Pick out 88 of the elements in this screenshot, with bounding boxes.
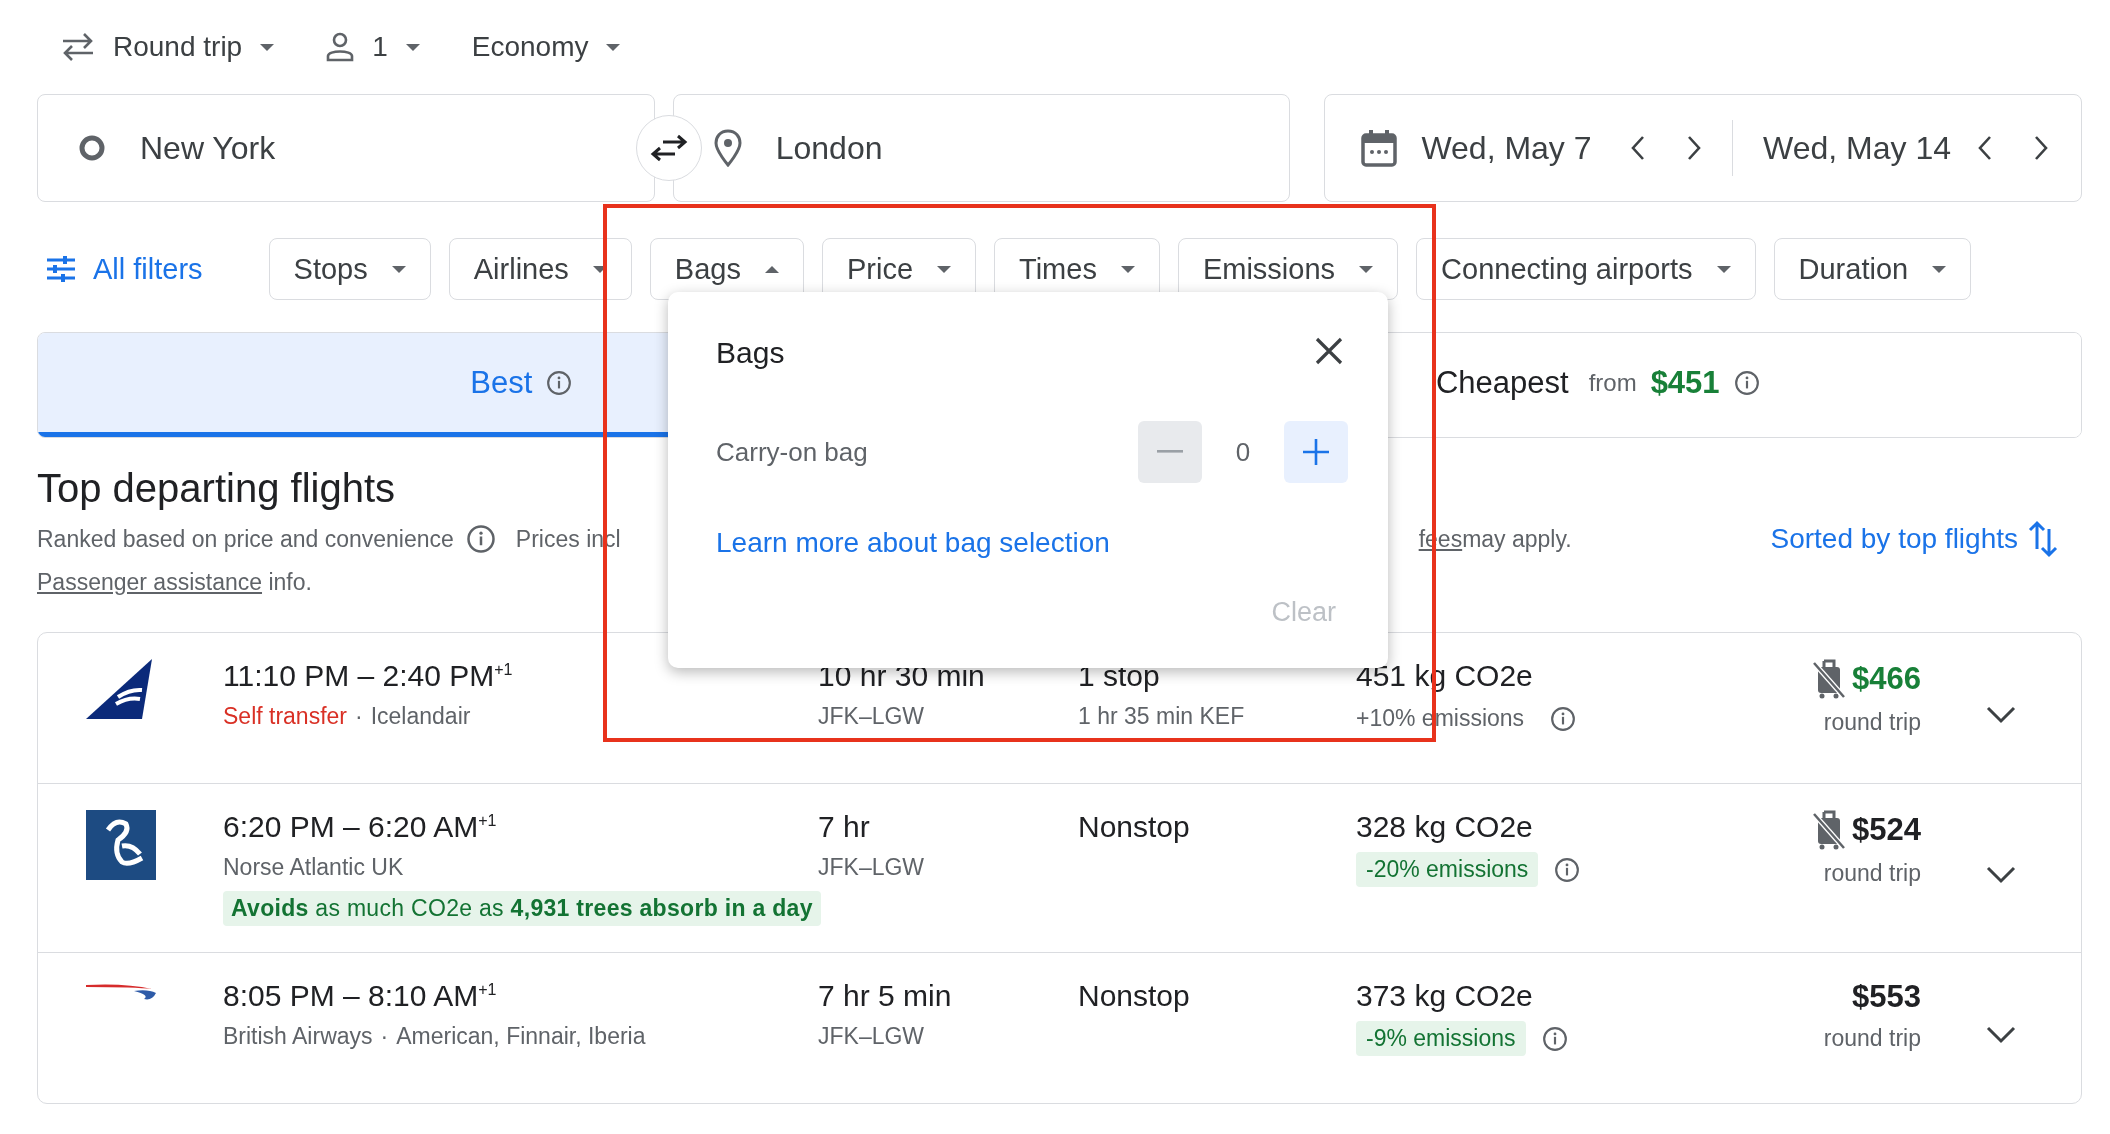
flight-duration: 7 hr [818, 810, 871, 844]
info-icon[interactable] [1733, 369, 1760, 396]
caret-down-icon [260, 43, 275, 51]
info-icon[interactable] [1541, 1025, 1568, 1052]
info-icon[interactable] [1550, 705, 1577, 732]
location-pin-icon [713, 129, 742, 167]
bag-count: 0 [1234, 436, 1252, 468]
all-filters-button[interactable]: All filters [37, 252, 221, 286]
sort-button[interactable]: Sorted by top flights [1770, 519, 2058, 559]
swap-arrows-icon [61, 32, 95, 62]
filter-chip[interactable]: Duration [1773, 238, 1972, 300]
separator-dot: · [355, 703, 363, 729]
caret-down-icon [606, 43, 621, 51]
chevron-down-icon [1986, 865, 2016, 884]
eco-note: Avoids as much CO2e as 4,931 trees absorb in a day [223, 891, 821, 926]
filter-chip[interactable]: Connecting airports [1416, 238, 1756, 300]
return-date[interactable]: Wed, May 14 [1763, 129, 1951, 167]
assistance-link[interactable]: Passenger assistance [37, 569, 262, 595]
swap-icon [649, 133, 689, 163]
flight-times: 11:10 PM – 2:40 PM$^{+1}$ [223, 659, 514, 693]
flight-row[interactable]: 6:20 PM – 6:20 AM$^{+1}$ Norse Atlantic UK Avoids as much CO2e as 4,931 trees absorb in a day 7 hr JFK–LGW Nonstop 328 kg CO2e -20% emissions $524 round trip [38, 783, 2081, 952]
increment-button[interactable] [1284, 421, 1348, 483]
emissions: 328 kg CO2e [1356, 810, 1534, 844]
price: $553 [1852, 979, 1921, 1015]
sort-arrows-icon [2028, 519, 2058, 559]
dates-field[interactable]: Wed, May 7 Wed, May 14 [1324, 94, 2082, 202]
ranking-note: Ranked based on price and convenience [37, 525, 454, 553]
stops: Nonstop [1078, 979, 1191, 1013]
caret-down-icon [1120, 265, 1135, 273]
route: JFK–LGW [818, 1023, 926, 1050]
airline-logo [86, 810, 156, 880]
caret-down-icon [405, 43, 420, 51]
emissions-change: -9% emissions [1356, 1021, 1526, 1056]
route: JFK–LGW [818, 703, 926, 730]
carry-on-label: Carry-on bag [716, 436, 869, 468]
filter-chip[interactable]: Airlines [448, 238, 632, 300]
bag-info-link[interactable]: Learn more about bag selection [716, 527, 1110, 559]
popup-title: Bags [716, 335, 785, 370]
emissions-change: -20% emissions [1356, 852, 1539, 887]
trip-type-dropdown[interactable]: Round trip [55, 25, 281, 69]
flight-times: 8:05 PM – 8:10 AM$^{+1}$ [223, 979, 498, 1013]
chevron-down-icon [1986, 1025, 2016, 1044]
chevron-down-icon [1986, 705, 2016, 724]
layover: 1 hr 35 min KEF [1078, 703, 1246, 730]
flight-row[interactable]: 8:05 PM – 8:10 AM$^{+1}$ British Airways · American, Finnair, Iberia 7 hr 5 min JFK–LGW Nonstop 373 kg CO2e -9% emissions $553 round trip [38, 952, 2081, 1103]
passenger-dropdown[interactable]: 1 [320, 25, 426, 69]
departure-date[interactable]: Wed, May 7 [1421, 129, 1592, 167]
caret-down-icon [937, 265, 952, 273]
sliders-icon [47, 256, 75, 282]
calendar-icon [1361, 129, 1398, 167]
caret-down-icon [1932, 265, 1947, 273]
emissions: 373 kg CO2e [1356, 979, 1534, 1013]
caret-up-icon [764, 265, 779, 273]
assistance-note: Passenger assistance info. [37, 569, 312, 596]
caret-down-icon [1359, 265, 1374, 273]
caret-down-icon [391, 265, 406, 273]
airline-name: Norse Atlantic UK [223, 854, 404, 880]
flight-duration: 7 hr 5 min [818, 979, 953, 1013]
airline-name: British Airways [223, 1023, 373, 1049]
price: $466 [1852, 661, 1921, 697]
circle-icon [78, 134, 106, 162]
info-icon[interactable] [1554, 856, 1581, 883]
self-transfer-warning: Self transfer [223, 703, 347, 729]
price: $524 [1852, 812, 1921, 848]
price-note: round trip [1822, 709, 1921, 736]
airline-name: Icelandair [370, 703, 471, 729]
separator-dot: · [380, 1023, 389, 1049]
close-icon [1314, 336, 1344, 366]
info-icon[interactable] [546, 369, 573, 396]
prices-note-end: may apply. [1462, 525, 1572, 553]
person-icon [326, 32, 355, 62]
price-prefix: from [1588, 368, 1637, 397]
filter-chip[interactable]: Stops [268, 238, 431, 300]
airline-name: American, Finnair, Iberia [396, 1023, 646, 1049]
plus-icon [1303, 439, 1329, 465]
price-note: round trip [1823, 1025, 1921, 1052]
caret-down-icon [1716, 265, 1731, 273]
flight-times: 6:20 PM – 6:20 AM$^{+1}$ [223, 810, 498, 844]
destination-field[interactable]: London [672, 94, 1291, 202]
cabin-class-dropdown[interactable]: Economy [465, 25, 627, 69]
info-icon[interactable] [465, 524, 496, 554]
results-title: Top departing flights [37, 466, 395, 511]
origin-field[interactable]: New York [37, 94, 655, 202]
route: JFK–LGW [818, 854, 926, 881]
tab-price: $451 [1650, 364, 1720, 401]
minus-icon [1157, 450, 1183, 454]
stops: Nonstop [1078, 810, 1191, 844]
price-note: round trip [1822, 860, 1921, 887]
